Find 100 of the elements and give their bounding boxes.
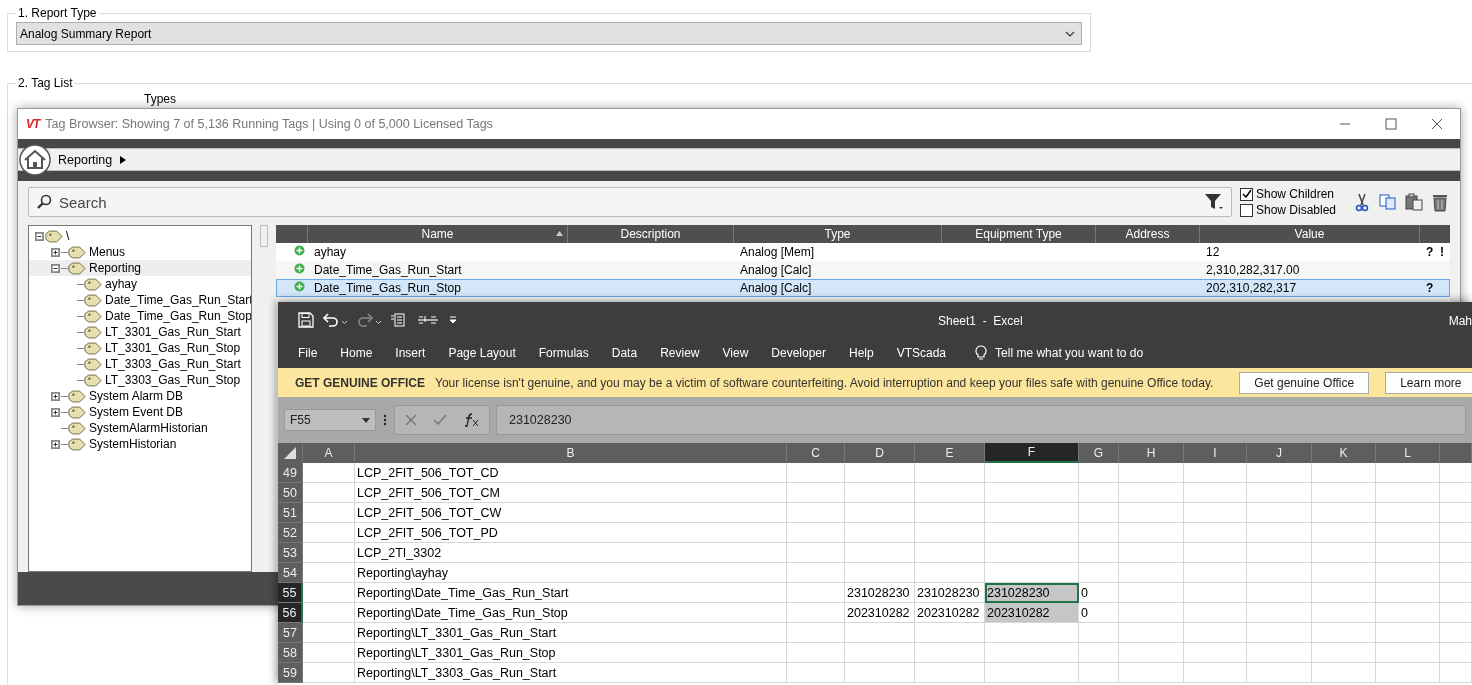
sheet-cell[interactable] [1440,603,1472,623]
sheet-cell[interactable] [787,483,845,503]
banner-button[interactable]: Get genuine Office [1239,371,1370,394]
column-header[interactable]: K [1312,443,1376,463]
sheet-cell[interactable] [1184,503,1247,523]
sheet-cell[interactable] [985,623,1079,643]
sheet-cell[interactable] [1440,503,1472,523]
column-header[interactable]: C [787,443,845,463]
sheet-cell[interactable] [787,463,845,483]
sheet-cell[interactable] [1376,603,1440,623]
sheet-cell[interactable] [985,483,1079,503]
sheet-cell[interactable] [787,563,845,583]
sheet-cell[interactable] [1119,623,1184,643]
expand-icon[interactable] [51,407,60,417]
sheet-cell[interactable] [1312,583,1376,603]
checkbox-label[interactable]: Show Children [1256,187,1335,201]
save-icon[interactable] [298,312,314,328]
sheet-cell[interactable] [845,643,915,663]
sheet-cell[interactable] [303,603,355,623]
ribbon-tab[interactable]: Page Layout [448,346,530,360]
sheet-cell[interactable] [915,623,985,643]
sheet-cell[interactable]: LCP_2FIT_506_TOT_CM [355,483,787,503]
sheet-cell[interactable] [303,463,355,483]
sheet-cell[interactable] [915,483,985,503]
column-header[interactable]: A [303,443,355,463]
trash-icon[interactable] [1430,192,1450,212]
sheet-cell[interactable] [303,623,355,643]
row-header[interactable]: 56 [278,603,303,623]
row-header[interactable]: 49 [278,463,303,483]
sheet-cell[interactable]: 231028230 [985,583,1079,603]
column-header[interactable]: H [1119,443,1184,463]
column-header[interactable]: B [355,443,787,463]
sheet-cell[interactable]: Reporting\LT_3301_Gas_Run_Start [355,623,787,643]
tree-item[interactable]: LT_3301_Gas_Run_Stop [29,340,252,356]
collapse-icon[interactable] [35,231,44,241]
search-field[interactable]: Search [28,187,1232,217]
sheet-cell[interactable] [1079,563,1119,583]
sheet-cell[interactable] [787,643,845,663]
sheet-cell[interactable] [1440,583,1472,603]
sheet-cell[interactable] [1184,643,1247,663]
sheet-cell[interactable] [1247,623,1312,643]
sheet-cell[interactable] [985,543,1079,563]
column-header[interactable]: Address [1096,225,1200,243]
column-header[interactable]: F [985,443,1079,463]
sheet-cell[interactable] [915,523,985,543]
copy-icon[interactable] [1378,192,1398,212]
sheet-cell[interactable]: 202310282 [985,603,1079,623]
sheet-cell[interactable]: LCP_2FIT_506_TOT_CD [355,463,787,483]
sheet-cell[interactable] [1079,503,1119,523]
sheet-cell[interactable] [787,503,845,523]
column-header[interactable]: Name [308,225,568,243]
tree-item[interactable]: LT_3303_Gas_Run_Stop [29,372,252,388]
sheet-cell[interactable] [1247,583,1312,603]
tree-item[interactable]: Menus [29,244,252,260]
sheet-cell[interactable] [1079,623,1119,643]
cancel-icon[interactable] [405,414,417,426]
sheet-cell[interactable]: Reporting\LT_3301_Gas_Run_Stop [355,643,787,663]
tree-item[interactable]: System Alarm DB [29,388,252,404]
expand-icon[interactable] [51,439,60,449]
sheet-cell[interactable] [985,503,1079,523]
sheet-cell[interactable] [1119,583,1184,603]
sheet-cell[interactable] [1312,643,1376,663]
sheet-cell[interactable] [1376,563,1440,583]
sheet-cell[interactable] [1440,543,1472,563]
sheet-cell[interactable] [1184,623,1247,643]
sheet-cell[interactable] [1184,483,1247,503]
checkmark-icon[interactable] [433,414,447,426]
sheet-cell[interactable]: LCP_2FIT_506_TOT_CW [355,503,787,523]
splitter-handle[interactable] [260,225,268,247]
sheet-cell[interactable] [1247,503,1312,523]
row-header[interactable]: 57 [278,623,303,643]
sheet-cell[interactable] [303,643,355,663]
sheet-cell[interactable] [845,483,915,503]
ribbon-tab[interactable]: File [298,346,332,360]
column-header[interactable]: Description [568,225,734,243]
sheet-cell[interactable] [1119,663,1184,683]
tree-item[interactable]: ayhay [29,276,252,292]
sheet-cell[interactable] [1184,583,1247,603]
sheet-cell[interactable] [1376,643,1440,663]
sheet-cell[interactable] [1247,563,1312,583]
sheet-cell[interactable] [1119,503,1184,523]
row-header[interactable]: 54 [278,563,303,583]
sheet-cell[interactable] [915,503,985,523]
filter-icon[interactable] [1204,193,1224,211]
ribbon-tab[interactable]: Insert [395,346,440,360]
breadcrumb-item[interactable]: Reporting [58,152,113,167]
sheet-cell[interactable] [1079,543,1119,563]
sheet-cell[interactable] [915,543,985,563]
sheet-cell[interactable] [787,543,845,563]
sheet-cell[interactable] [1376,623,1440,643]
ribbon-tab[interactable]: Formulas [538,346,603,360]
row-header[interactable]: 50 [278,483,303,503]
ribbon-tab[interactable]: View [722,346,763,360]
sheet-cell[interactable]: 0 [1079,583,1119,603]
sheet-cell[interactable] [1376,543,1440,563]
expand-icon[interactable] [51,391,60,401]
ribbon-tab[interactable]: VTScada [896,346,961,360]
document-icon[interactable] [390,312,408,328]
sheet-cell[interactable] [1079,523,1119,543]
paste-icon[interactable] [1404,192,1424,212]
